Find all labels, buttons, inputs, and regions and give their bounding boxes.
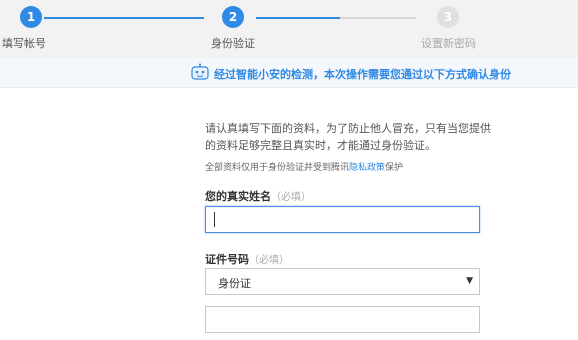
robot-icon: [191, 63, 209, 80]
step-connector-pending: [340, 17, 416, 19]
form-intro: 请认真填写下面的资料，为了防止他人冒充，只有当您提供的资料足够完整且真实时，才能…: [205, 122, 491, 152]
step-2-label: 身份验证: [211, 37, 255, 50]
privacy-suffix: 保护: [385, 163, 404, 173]
dropdown-arrow-icon: ▼: [466, 276, 473, 286]
text-caret: [214, 212, 215, 227]
notice-text: 经过智能小安的检测，本次操作需要您通过以下方式确认身份: [214, 68, 511, 81]
step-connector: [44, 17, 204, 19]
name-label-text: 您的真实姓名: [205, 190, 271, 203]
privacy-policy-link[interactable]: 隐私政策: [349, 163, 385, 173]
step-3-label: 设置新密码: [421, 37, 476, 50]
step-3-indicator: 3: [437, 6, 459, 28]
verification-notice: 经过智能小安的检测，本次操作需要您通过以下方式确认身份: [0, 58, 578, 88]
id-type-select[interactable]: 身份证 ▼: [205, 268, 480, 295]
privacy-prefix: 全部资料仅用于身份验证并受到腾讯: [205, 163, 350, 173]
id-field-label: 证件号码（必填）: [205, 251, 289, 267]
name-required-hint: （必填）: [271, 192, 311, 203]
id-required-hint: （必填）: [249, 255, 289, 266]
id-number-input[interactable]: [205, 306, 480, 333]
step-1-label: 填写帐号: [2, 37, 46, 50]
step-2-indicator: 2: [222, 6, 244, 28]
privacy-note: 全部资料仅用于身份验证并受到腾讯隐私政策保护: [205, 160, 403, 173]
progress-steps: 1 2 3 填写帐号 身份验证 设置新密码: [0, 0, 578, 58]
id-type-selected-value: 身份证: [218, 277, 251, 290]
step-1-indicator: 1: [20, 6, 42, 28]
real-name-input[interactable]: [205, 206, 480, 233]
name-field-label: 您的真实姓名（必填）: [205, 188, 311, 204]
id-label-text: 证件号码: [205, 253, 249, 266]
